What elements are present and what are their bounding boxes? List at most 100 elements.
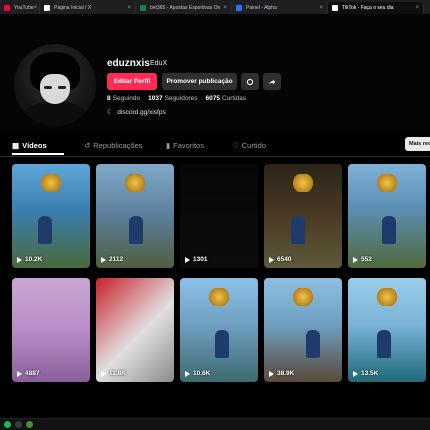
crest-icon — [292, 288, 314, 306]
view-count-text: 552 — [361, 256, 372, 263]
active-tab-indicator — [12, 153, 64, 155]
video-card[interactable]: 552 — [348, 164, 426, 268]
video-card[interactable]: 10.2K — [12, 164, 90, 268]
crest-icon — [40, 174, 62, 192]
browser-tab-strip: YouTube × Página Inicial / X × bet365 - Apos… — [0, 0, 430, 14]
view-count-text: 38.9K — [277, 370, 295, 377]
likes-stat: 6075 Curtidas — [205, 95, 247, 102]
view-count: 6540 — [269, 256, 291, 263]
grid-icon: ▦ — [12, 141, 20, 150]
video-card[interactable]: 1301 — [180, 164, 258, 268]
close-icon[interactable]: × — [223, 5, 227, 11]
share-button[interactable] — [263, 73, 281, 90]
view-count-text: 10.2K — [25, 256, 43, 263]
spotify-icon[interactable] — [4, 421, 11, 428]
video-card[interactable]: 6540 — [264, 164, 342, 268]
view-count: 4887 — [17, 370, 39, 377]
avatar[interactable] — [14, 44, 96, 126]
view-count: 1301 — [185, 256, 207, 263]
app-icon[interactable] — [26, 421, 33, 428]
play-icon — [185, 256, 190, 263]
view-count-text: 10.6K — [193, 370, 211, 377]
play-icon — [185, 370, 190, 377]
close-icon[interactable]: × — [127, 5, 131, 11]
crest-icon — [292, 174, 314, 192]
video-card[interactable]: 38.9K — [264, 278, 342, 382]
crest-icon — [376, 174, 398, 192]
browser-tab-label: Página Inicial / X — [54, 5, 92, 11]
repost-icon: ↺ — [84, 141, 91, 150]
browser-tab[interactable]: bet365 - Apostas Esportivas On × — [136, 2, 232, 14]
browser-tab[interactable]: YouTube × — [0, 2, 40, 14]
browser-tab-label: bet365 - Apostas Esportivas On — [150, 5, 221, 11]
play-icon — [353, 256, 358, 263]
tab-favorites[interactable]: ▮ Favoritos — [166, 141, 204, 150]
video-card[interactable]: 4887 — [12, 278, 90, 382]
heart-icon: ♡ — [232, 141, 239, 150]
play-icon — [101, 370, 106, 377]
play-icon — [353, 370, 358, 377]
view-count-text: 4887 — [25, 370, 40, 377]
bio-link[interactable]: ☾ discord.gg/xisfps — [107, 108, 166, 117]
share-icon — [268, 79, 276, 84]
avatar-body — [22, 102, 88, 126]
character-figure — [377, 330, 391, 358]
close-icon[interactable]: × — [415, 5, 419, 11]
bookmark-icon: ▮ — [166, 141, 171, 150]
settings-icon — [246, 78, 254, 85]
video-card[interactable]: 10.6K — [180, 278, 258, 382]
video-card[interactable]: 13.5K — [348, 278, 426, 382]
following-stat[interactable]: 8 Seguindo — [107, 95, 140, 102]
view-count: 10.6K — [185, 370, 210, 377]
app-icon[interactable] — [15, 421, 22, 428]
favicon-icon — [236, 5, 242, 11]
crest-icon — [124, 174, 146, 192]
play-icon — [17, 370, 22, 377]
browser-tab-label: TikTok - Faça o seu dia — [342, 5, 394, 11]
browser-tab-label: YouTube — [14, 5, 34, 11]
crest-icon — [376, 288, 398, 306]
browser-tab[interactable]: TikTok - Faça o seu dia × — [328, 2, 424, 14]
favicon-icon — [4, 5, 10, 11]
view-count-text: 11.8K — [109, 370, 126, 377]
view-count: 552 — [353, 256, 372, 263]
character-figure — [129, 216, 143, 244]
bio-link-text: discord.gg/xisfps — [117, 108, 166, 116]
avatar-eye — [44, 86, 52, 89]
nickname: EduX — [150, 60, 168, 67]
avatar-eye — [58, 86, 66, 89]
close-icon[interactable]: × — [319, 5, 323, 11]
promote-post-button[interactable]: Promover publicação — [162, 73, 237, 90]
tab-videos[interactable]: ▦ Vídeos — [12, 141, 47, 150]
profile-tabs: ▦ Vídeos ↺ Republicações ▮ Favoritos ♡ C… — [0, 136, 430, 157]
username: eduznxis — [107, 58, 150, 69]
favicon-icon — [140, 5, 146, 11]
view-count-text: 2112 — [109, 256, 124, 263]
character-figure — [291, 216, 305, 244]
character-figure — [306, 330, 320, 358]
sort-latest-button[interactable]: Mais rec — [405, 137, 430, 151]
settings-button[interactable] — [241, 73, 259, 90]
followers-stat[interactable]: 1037 Seguidores — [148, 95, 197, 102]
view-count: 38.9K — [269, 370, 294, 377]
view-count-text: 1301 — [193, 256, 208, 263]
browser-tab[interactable]: Painel - Alpha × — [232, 2, 328, 14]
video-card[interactable]: 2112 — [96, 164, 174, 268]
crest-icon — [208, 288, 230, 306]
character-figure — [382, 216, 396, 244]
close-icon[interactable]: × — [34, 5, 38, 11]
favicon-icon — [44, 5, 50, 11]
view-count-text: 6540 — [277, 256, 292, 263]
browser-tab[interactable]: Página Inicial / X × — [40, 2, 136, 14]
play-icon — [269, 256, 274, 263]
tab-reposts[interactable]: ↺ Republicações — [84, 141, 143, 150]
video-card[interactable]: 11.8K — [96, 278, 174, 382]
play-icon — [101, 256, 106, 263]
edit-profile-button[interactable]: Editar Perfil — [107, 73, 157, 90]
browser-tab-label: Painel - Alpha — [246, 5, 277, 11]
tab-liked[interactable]: ♡ Curtido — [232, 141, 266, 150]
view-count-text: 13.5K — [361, 370, 379, 377]
view-count: 11.8K — [101, 370, 126, 377]
character-figure — [215, 330, 229, 358]
os-taskbar — [0, 418, 430, 430]
